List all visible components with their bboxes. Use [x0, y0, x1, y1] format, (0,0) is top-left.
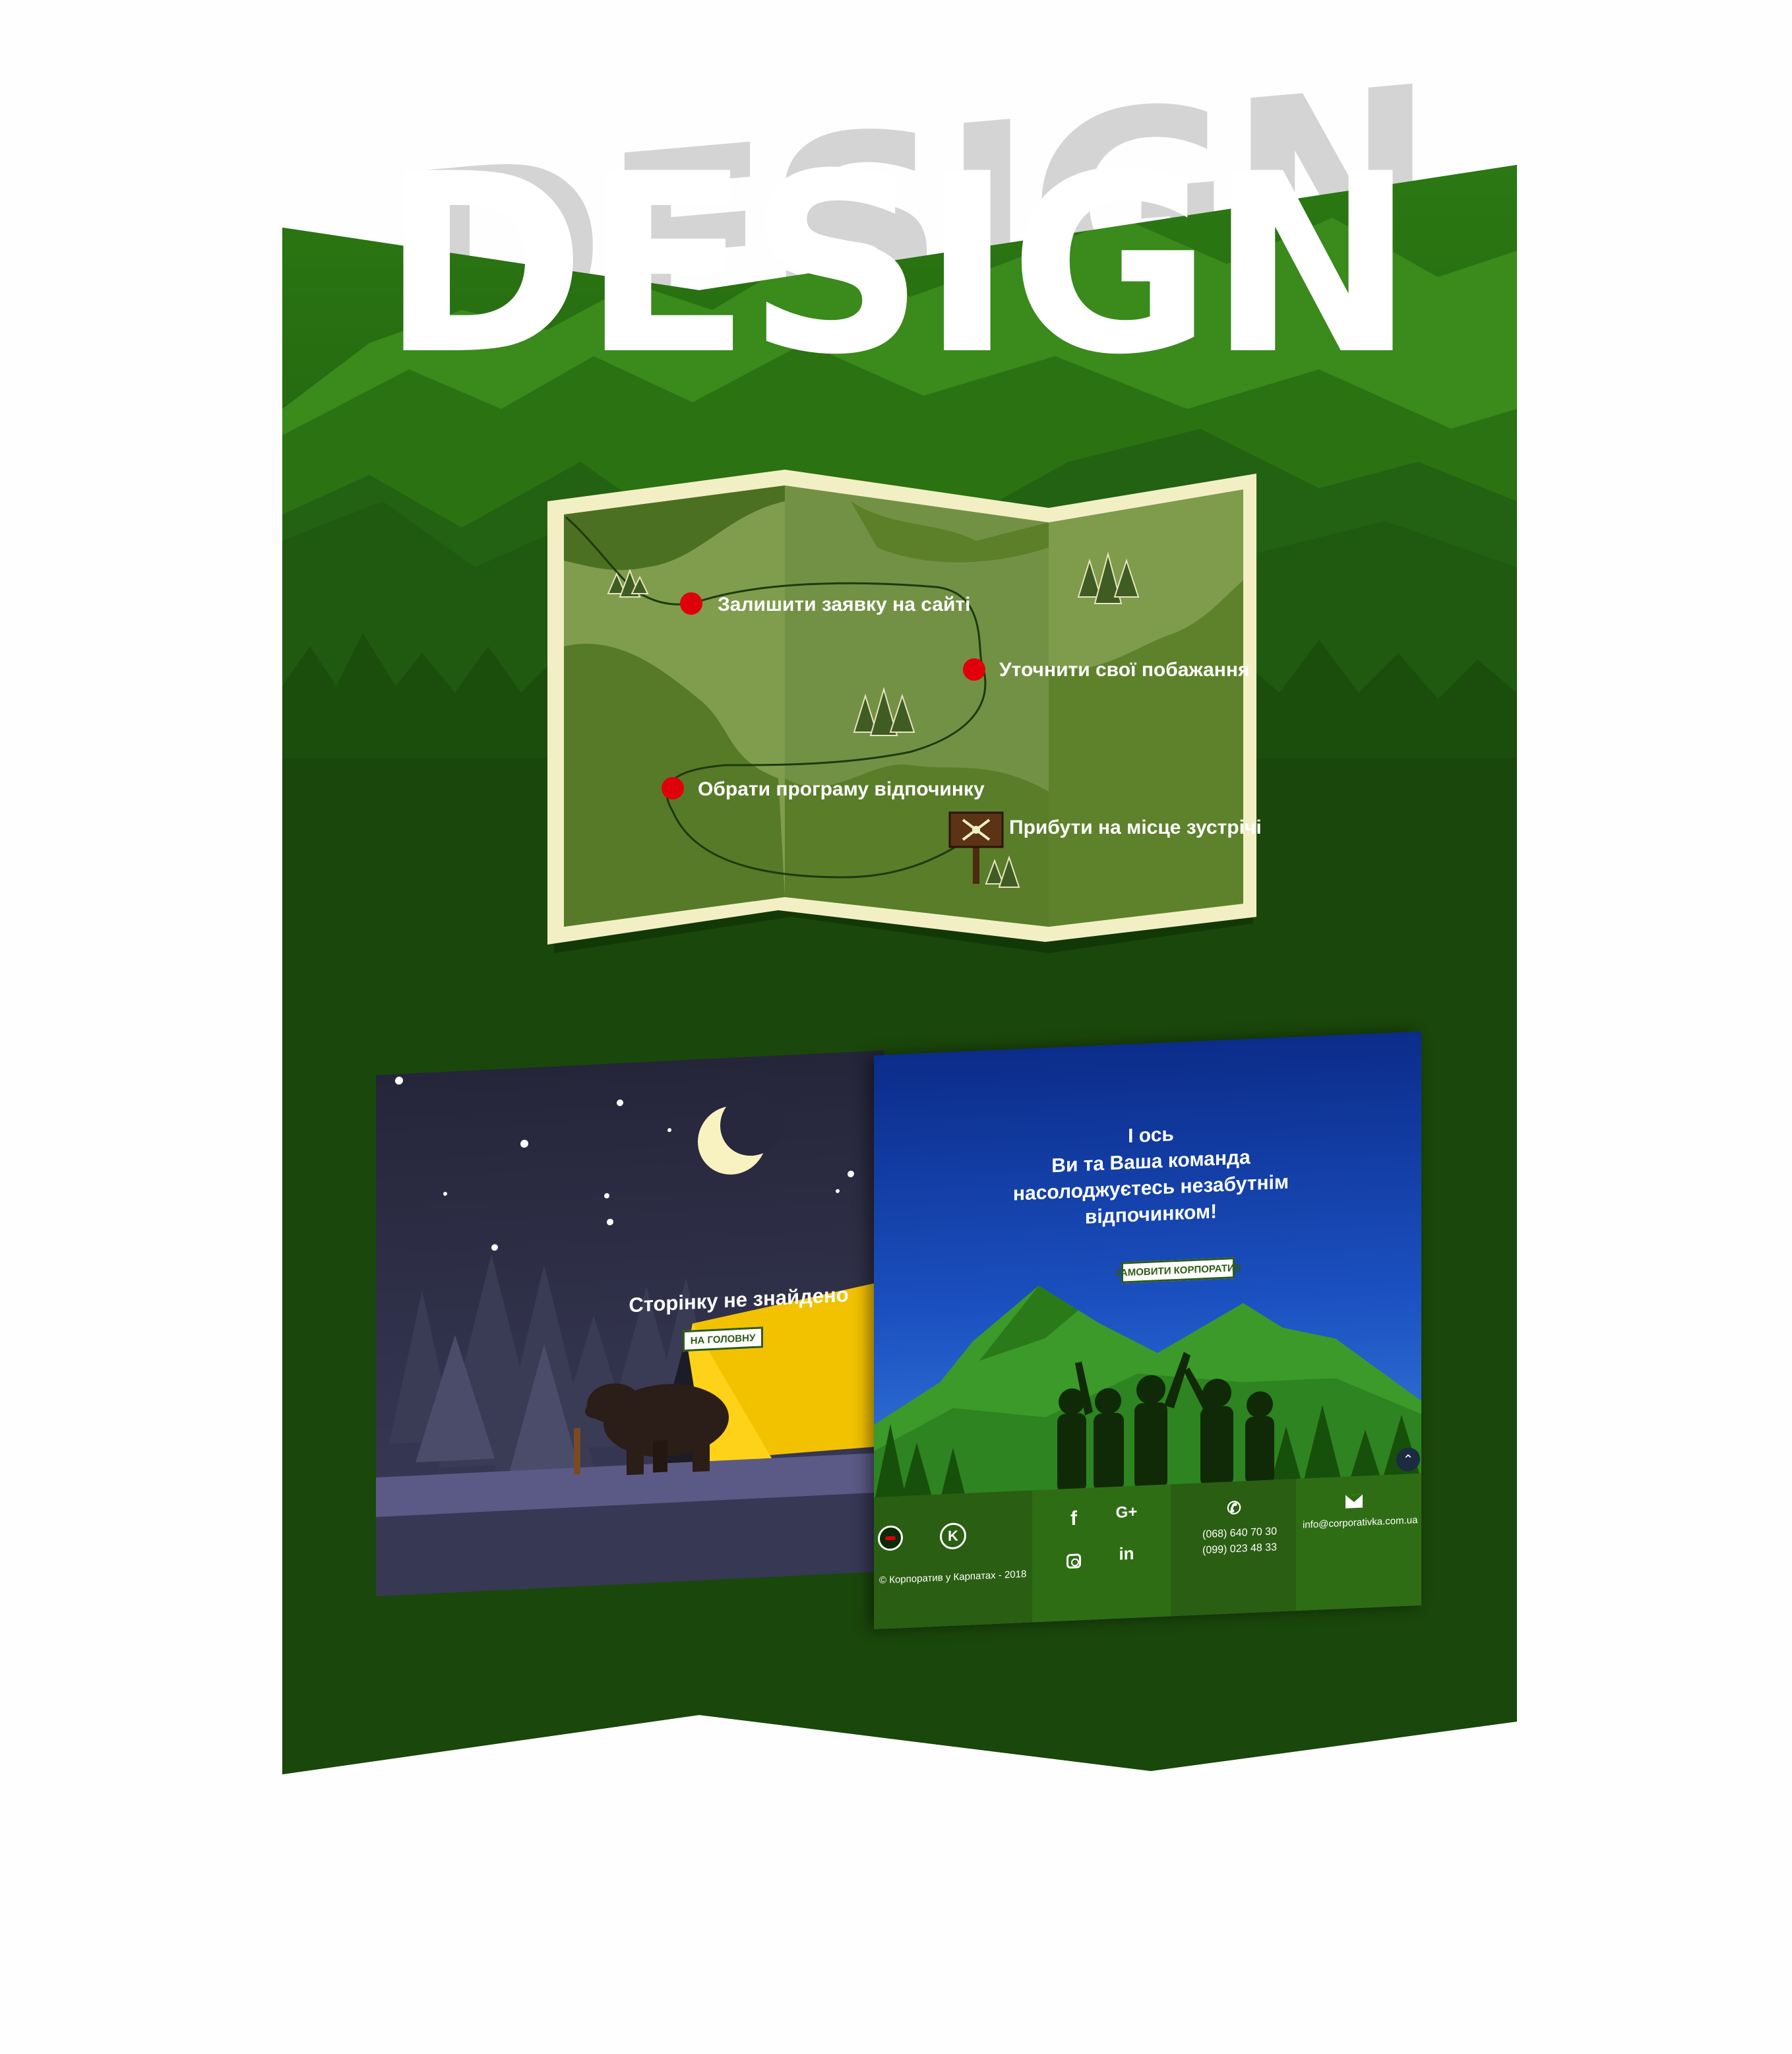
footer-mail-column: info@corporativka.com.ua — [1296, 1473, 1421, 1611]
footer-logo-column: K © Корпоратив у Карпатах - 2018 — [874, 1490, 1032, 1629]
footer-badge-icon — [878, 1525, 903, 1551]
map-step-program: Обрати програму відпочинку — [698, 778, 985, 800]
copyright-text: © Корпоратив у Карпатах - 2018 — [879, 1568, 1027, 1586]
google-plus-icon[interactable]: G+ — [1115, 1500, 1138, 1525]
map-step-wishes: Уточнити свої побажання — [999, 659, 1250, 681]
footer-phone-column: ✆ (068) 640 70 30 (099) 023 48 33 — [1171, 1479, 1296, 1617]
mail-icon — [1345, 1494, 1363, 1509]
email-link[interactable]: info@corporativka.com.ua — [1303, 1514, 1417, 1531]
home-button[interactable]: НА ГОЛОВНУ — [683, 1326, 763, 1352]
logo-icon[interactable]: K — [940, 1522, 966, 1550]
map-step-arrive: Прибути на місце зустрічі — [1009, 817, 1262, 838]
night-scene — [376, 1076, 884, 1596]
footer-social-column: f G+ in — [1032, 1484, 1171, 1623]
logo-letter: K — [948, 1527, 958, 1545]
map-step-request: Залишити заявку на сайті — [718, 594, 971, 615]
phone-icon: ✆ — [1227, 1497, 1241, 1518]
final-page-mockup: І ось Ви та Ваша команда насолоджуєтесь … — [874, 1031, 1421, 1629]
design-showcase: DESIGN DESIGN Залишити заявку на сайті У… — [0, 0, 1792, 2054]
linkedin-icon[interactable]: in — [1115, 1541, 1138, 1566]
phone-number-1[interactable]: (068) 640 70 30 — [1202, 1526, 1277, 1541]
phone-number-2[interactable]: (099) 023 48 33 — [1202, 1541, 1277, 1557]
journey-map — [547, 470, 1256, 953]
facebook-icon[interactable]: f — [1062, 1507, 1086, 1532]
instagram-icon[interactable] — [1062, 1549, 1086, 1574]
page-404-mockup: Сторінку не знайдено НА ГОЛОВНУ — [376, 1050, 884, 1596]
final-heading: І ось Ви та Ваша команда насолоджуєтесь … — [986, 1115, 1316, 1235]
site-footer: K © Корпоратив у Карпатах - 2018 f G+ in… — [874, 1473, 1421, 1629]
